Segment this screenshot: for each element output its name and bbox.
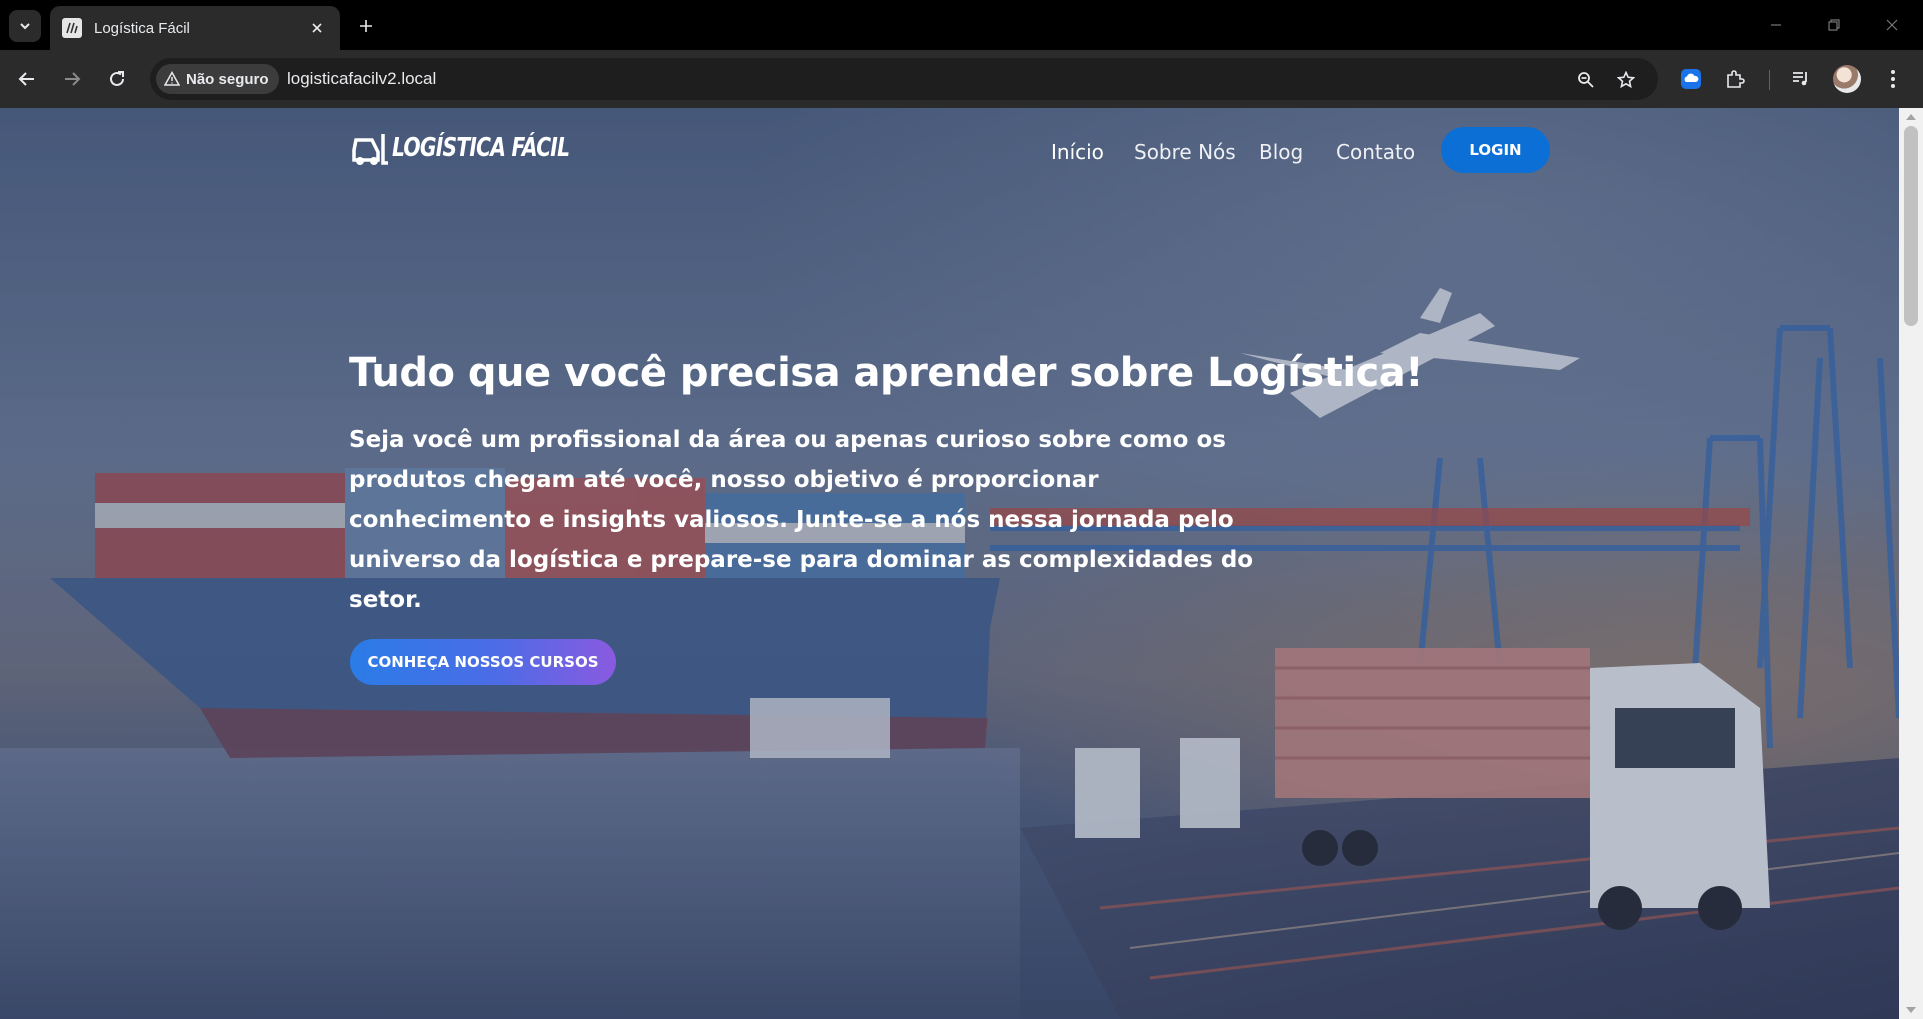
tab-title: Logística Fácil — [94, 19, 190, 37]
minimize-icon[interactable] — [1762, 12, 1790, 38]
nav-sobre-nos[interactable]: Sobre Nós — [1134, 140, 1236, 164]
security-label: Não seguro — [186, 70, 269, 88]
scroll-down-icon[interactable] — [1905, 1005, 1917, 1015]
reload-icon[interactable] — [102, 64, 132, 94]
nav-contato[interactable]: Contato — [1336, 140, 1415, 164]
courses-cta-button[interactable]: CONHEÇA NOSSOS CURSOS — [350, 639, 616, 685]
new-tab-icon[interactable] — [352, 12, 380, 40]
hero-title: Tudo que você precisa aprender sobre Log… — [349, 350, 1424, 396]
hero-description: Seja você um profissional da área ou ape… — [349, 427, 1254, 613]
tab-strip: Logística Fácil — [0, 0, 1923, 50]
browser-tab[interactable]: Logística Fácil — [50, 6, 340, 50]
scroll-up-icon[interactable] — [1905, 112, 1917, 122]
site-favicon-icon — [62, 18, 82, 38]
login-button[interactable]: LOGIN — [1441, 127, 1550, 173]
chevron-down-icon — [20, 23, 30, 30]
security-indicator[interactable]: Não seguro — [156, 64, 279, 94]
browser-toolbar: Não seguro logisticafacilv2.local — [0, 50, 1923, 108]
address-bar[interactable]: Não seguro logisticafacilv2.local — [150, 58, 1658, 100]
nav-inicio[interactable]: Início — [1051, 140, 1104, 164]
close-window-icon[interactable] — [1878, 12, 1906, 38]
nav-blog[interactable]: Blog — [1259, 140, 1303, 164]
page-viewport: LOGÍSTICA FÁCIL Início Sobre Nós Blog Co… — [0, 108, 1899, 1019]
bookmark-star-icon[interactable] — [1613, 67, 1639, 93]
logo-text: LOGÍSTICA FÁCIL — [392, 133, 570, 163]
url-text[interactable]: logisticafacilv2.local — [287, 69, 436, 89]
forklift-logo-icon — [352, 134, 388, 165]
more-menu-icon[interactable] — [1878, 64, 1908, 94]
warning-icon — [164, 71, 180, 86]
forward-icon[interactable] — [57, 64, 87, 94]
site-logo[interactable]: LOGÍSTICA FÁCIL — [350, 128, 619, 168]
tab-search-button[interactable] — [9, 10, 41, 42]
cloud-extension-icon[interactable] — [1676, 64, 1706, 94]
extensions-icon[interactable] — [1720, 64, 1750, 94]
zoom-icon[interactable] — [1573, 67, 1599, 93]
restore-icon[interactable] — [1820, 12, 1848, 38]
profile-avatar[interactable] — [1833, 65, 1861, 93]
scrollbar-thumb[interactable] — [1904, 126, 1918, 326]
toolbar-divider — [1769, 70, 1770, 90]
close-tab-icon[interactable] — [306, 17, 328, 39]
page-scrollbar[interactable] — [1899, 108, 1923, 1019]
media-control-icon[interactable] — [1786, 64, 1816, 94]
back-icon[interactable] — [12, 64, 42, 94]
